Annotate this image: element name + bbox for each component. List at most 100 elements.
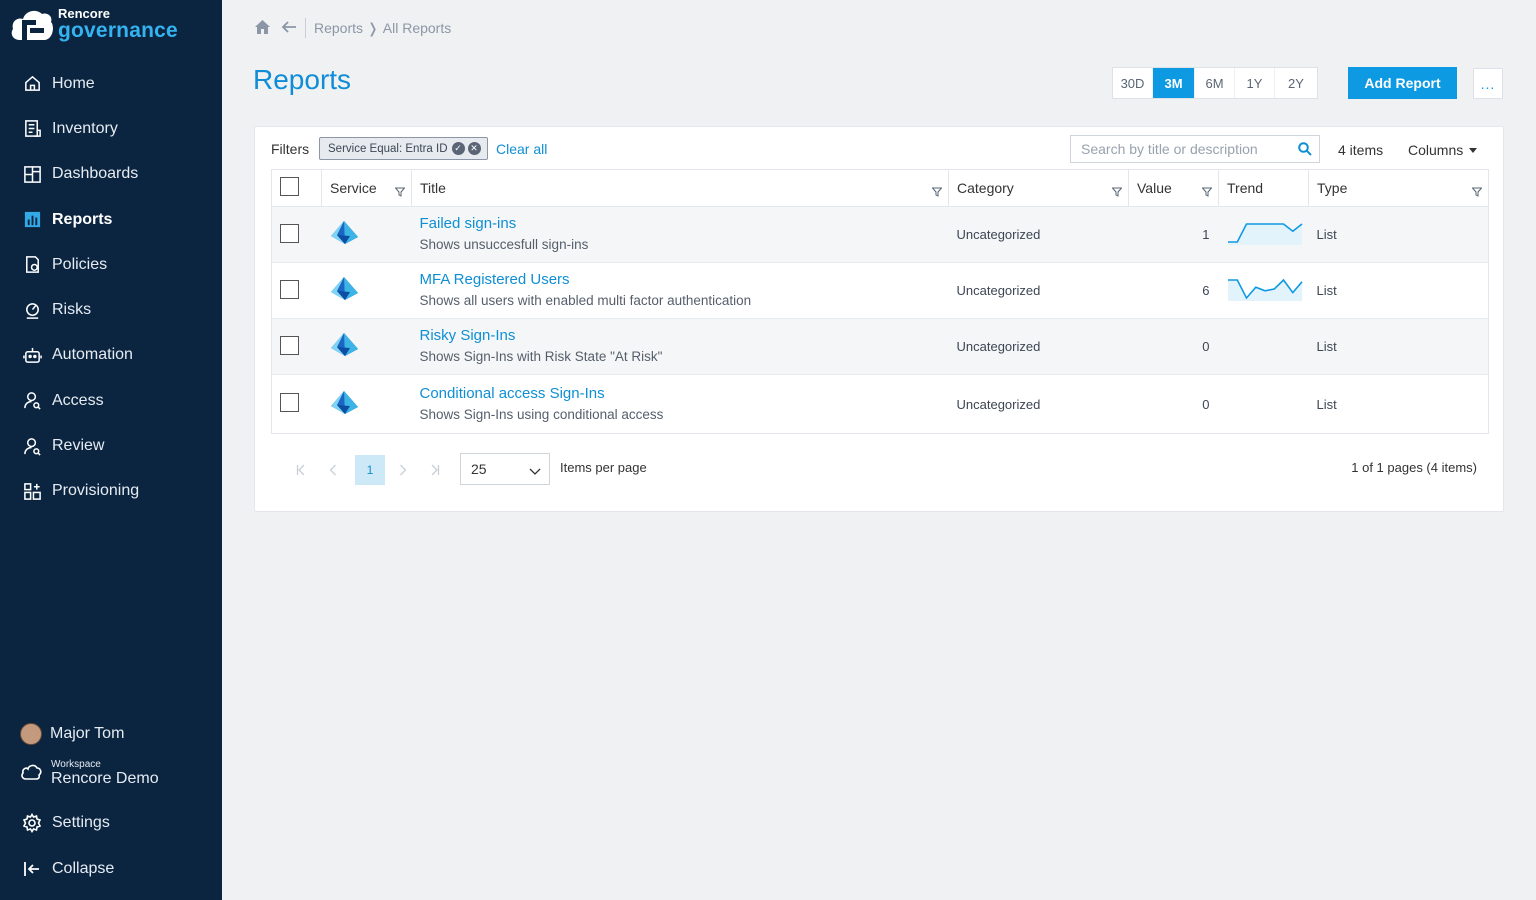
nav-item-provisioning[interactable]: Provisioning <box>0 469 222 514</box>
columns-label: Columns <box>1408 142 1464 158</box>
nav-label: Inventory <box>52 119 118 137</box>
service-cell <box>321 206 412 263</box>
column-type[interactable]: Type <box>1308 169 1489 207</box>
trend-sparkline <box>1227 333 1303 357</box>
review-icon <box>22 436 42 456</box>
column-category[interactable]: Category <box>948 169 1129 207</box>
select-all-checkbox[interactable] <box>280 177 299 196</box>
column-label: Value <box>1137 180 1172 196</box>
report-description: Shows unsuccesfull sign-ins <box>419 237 589 252</box>
entra-id-icon <box>330 390 360 419</box>
item-count: 4 items <box>1338 142 1384 158</box>
workspace-name: Rencore Demo <box>51 770 159 787</box>
more-options-button[interactable]: ... <box>1473 68 1503 99</box>
nav-item-dashboards[interactable]: Dashboards <box>0 152 222 197</box>
report-title-link[interactable]: Failed sign-ins <box>420 215 949 232</box>
add-report-button[interactable]: Add Report <box>1348 67 1457 99</box>
range-1y[interactable]: 1Y <box>1235 68 1275 98</box>
main-nav: Home Inventory Dashboards Reports Polici… <box>0 61 222 514</box>
nav-item-home[interactable]: Home <box>0 61 222 106</box>
filter-icon[interactable] <box>394 184 406 200</box>
filter-icon[interactable] <box>1471 184 1483 200</box>
page-summary: 1 of 1 pages (4 items) <box>1351 460 1477 475</box>
workspace-switcher[interactable]: Workspace Rencore Demo <box>20 759 159 788</box>
columns-dropdown[interactable]: Columns <box>1408 142 1478 158</box>
back-arrow-icon[interactable] <box>281 20 297 37</box>
check-icon[interactable]: ✓ <box>451 142 465 155</box>
table-row[interactable]: Conditional access Sign-Ins Shows Sign-I… <box>272 375 1489 434</box>
nav-label: Reports <box>52 210 113 228</box>
row-select-cell <box>272 375 322 434</box>
search-input[interactable] <box>1081 141 1291 157</box>
last-page-button[interactable] <box>419 455 451 485</box>
breadcrumb-reports[interactable]: Reports <box>314 20 363 36</box>
row-checkbox[interactable] <box>280 335 299 355</box>
reports-table: Service Title Category Value Trend Type … <box>271 169 1489 434</box>
home-icon[interactable] <box>254 19 271 38</box>
nav-label: Provisioning <box>52 482 140 500</box>
items-per-page-value: 25 <box>471 461 487 477</box>
entra-id-icon <box>330 277 360 305</box>
nav-item-automation[interactable]: Automation <box>0 333 222 378</box>
filter-icon[interactable] <box>931 184 943 200</box>
row-checkbox[interactable] <box>280 393 299 412</box>
row-checkbox[interactable] <box>280 223 299 243</box>
items-per-page-select[interactable]: 25 <box>460 453 550 485</box>
table-row[interactable]: Risky Sign-Ins Shows Sign-Ins with Risk … <box>271 318 1489 375</box>
category-cell: Uncategorized <box>956 396 1041 412</box>
caret-down-icon <box>1469 147 1478 153</box>
column-label: Type <box>1317 180 1348 196</box>
category-cell: Uncategorized <box>948 318 1129 375</box>
filter-chip[interactable]: Service Equal: Entra ID ✓ ✕ <box>319 137 488 160</box>
provisioning-icon <box>22 481 42 501</box>
range-2y[interactable]: 2Y <box>1275 68 1317 98</box>
search-icon[interactable] <box>1298 142 1312 159</box>
column-trend: Trend <box>1218 169 1309 207</box>
filter-icon[interactable] <box>1111 184 1123 200</box>
column-label: Trend <box>1227 180 1264 196</box>
nav-item-reports[interactable]: Reports <box>0 197 222 242</box>
filter-chip-label: Service Equal: Entra ID <box>328 142 448 155</box>
first-page-button[interactable] <box>285 455 317 485</box>
page-number-button[interactable]: 1 <box>355 455 385 485</box>
report-description: Shows all users with enabled multi facto… <box>419 293 752 308</box>
report-title-link[interactable]: Risky Sign-Ins <box>420 327 949 344</box>
clear-all-link[interactable]: Clear all <box>496 141 547 157</box>
prev-page-button[interactable] <box>317 455 349 485</box>
rencore-logo[interactable]: Rencore governance <box>10 6 178 42</box>
range-6m[interactable]: 6M <box>1195 68 1235 98</box>
range-30d[interactable]: 30D <box>1113 68 1153 98</box>
report-description: Shows Sign-Ins with Risk State "At Risk" <box>419 349 663 364</box>
nav-item-access[interactable]: Access <box>0 378 222 423</box>
settings-button[interactable]: Settings <box>22 812 110 834</box>
nav-label: Home <box>52 74 95 92</box>
search-box <box>1070 135 1320 163</box>
close-icon[interactable]: ✕ <box>467 142 481 155</box>
table-row[interactable]: MFA Registered Users Shows all users wit… <box>271 262 1489 319</box>
cloud-logo-icon <box>10 6 54 42</box>
next-page-button[interactable] <box>387 455 419 485</box>
title-cell: MFA Registered Users Shows all users wit… <box>411 262 949 319</box>
report-description: Shows Sign-Ins using conditional access <box>419 406 664 422</box>
type-cell: List <box>1308 206 1489 263</box>
trend-sparkline <box>1227 391 1303 415</box>
user-profile[interactable]: Major Tom <box>20 723 124 745</box>
table-row[interactable]: Failed sign-ins Shows unsuccesfull sign-… <box>271 206 1489 263</box>
chevron-down-icon <box>529 463 541 479</box>
nav-item-review[interactable]: Review <box>0 423 222 468</box>
column-value[interactable]: Value <box>1128 169 1219 207</box>
range-3m[interactable]: 3M <box>1153 68 1195 98</box>
filter-icon[interactable] <box>1201 184 1213 200</box>
collapse-button[interactable]: Collapse <box>22 859 114 879</box>
column-service[interactable]: Service <box>321 169 412 207</box>
collapse-icon <box>22 859 42 879</box>
nav-item-risks[interactable]: Risks <box>0 287 222 332</box>
column-title[interactable]: Title <box>411 169 949 207</box>
row-select-cell <box>271 318 322 375</box>
report-title-link[interactable]: MFA Registered Users <box>420 271 949 288</box>
entra-id-icon <box>330 221 360 249</box>
nav-item-policies[interactable]: Policies <box>0 242 222 287</box>
report-title-link[interactable]: Conditional access Sign-Ins <box>420 385 949 402</box>
row-checkbox[interactable] <box>280 279 299 299</box>
nav-item-inventory[interactable]: Inventory <box>0 106 222 151</box>
